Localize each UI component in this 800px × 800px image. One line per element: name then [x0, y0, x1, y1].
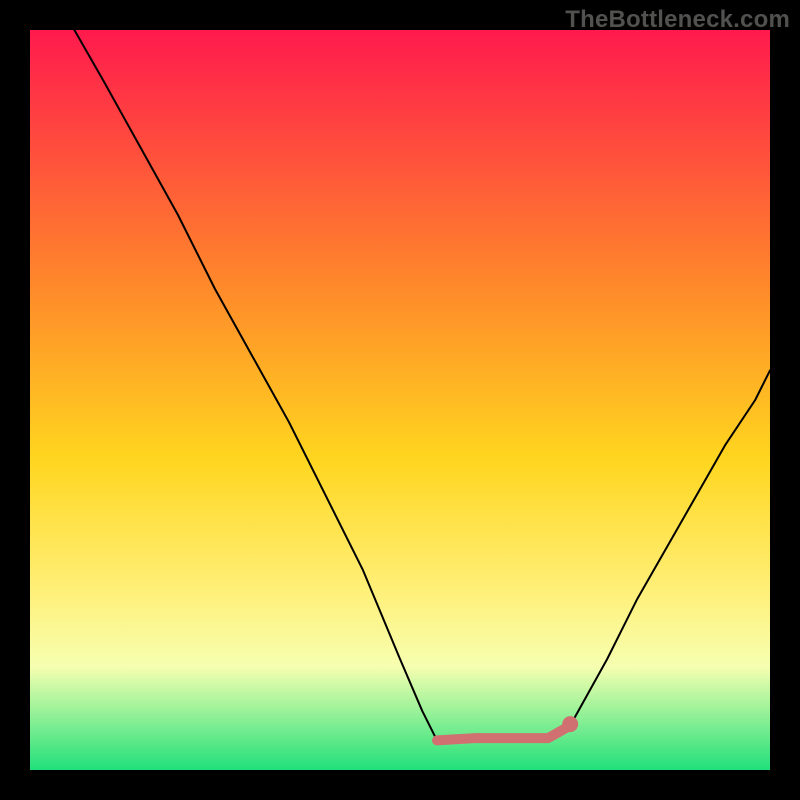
chart-svg — [30, 30, 770, 770]
plot-area — [30, 30, 770, 770]
watermark-text: TheBottleneck.com — [565, 6, 790, 34]
valley-dot — [562, 716, 578, 732]
chart-frame: TheBottleneck.com — [0, 0, 800, 800]
